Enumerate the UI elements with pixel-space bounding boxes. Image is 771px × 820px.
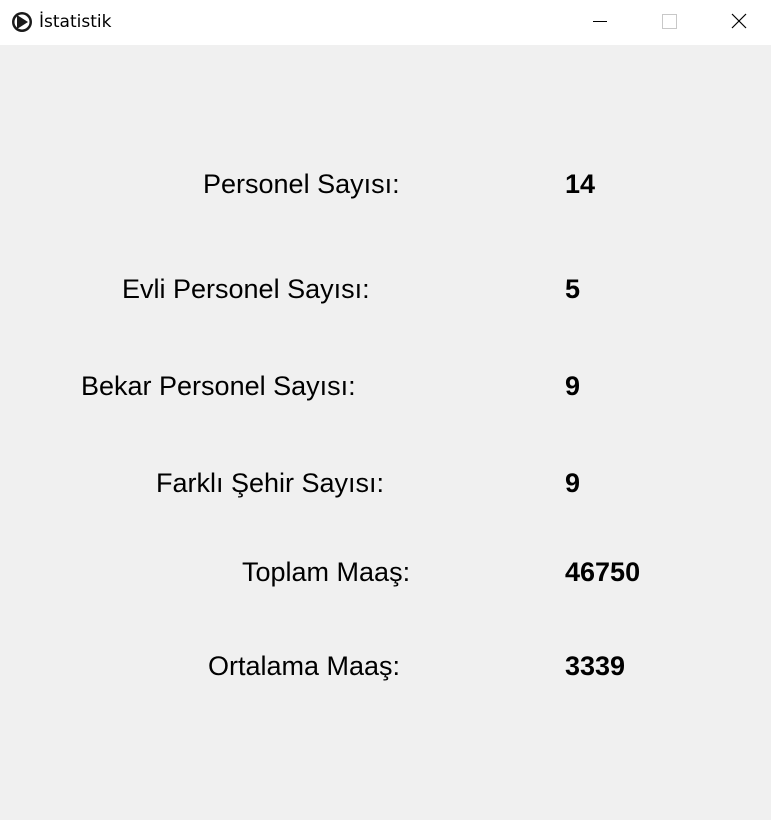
married-personnel-count-value: 5 [565, 274, 581, 304]
personnel-count-label: Personel Sayısı: [203, 169, 400, 199]
statistics-panel: Personel Sayısı: 14 Evli Personel Sayısı… [0, 45, 771, 820]
married-personnel-count-label: Evli Personel Sayısı: [122, 274, 370, 304]
average-salary-value: 3339 [565, 651, 626, 681]
close-button[interactable] [715, 0, 761, 45]
distinct-city-count-value: 9 [565, 468, 581, 498]
window-title: İstatistik [39, 12, 112, 32]
personnel-count-value: 14 [565, 169, 596, 199]
single-personnel-count-value: 9 [565, 371, 581, 401]
minimize-icon [593, 21, 607, 22]
title-bar[interactable]: İstatistik [0, 0, 771, 45]
maximize-icon [662, 14, 677, 29]
total-salary-label: Toplam Maaş: [242, 557, 411, 587]
minimize-button[interactable] [577, 0, 623, 45]
single-personnel-count-label: Bekar Personel Sayısı: [81, 371, 356, 401]
app-icon[interactable] [11, 11, 33, 33]
close-icon [731, 13, 747, 29]
average-salary-label: Ortalama Maaş: [208, 651, 401, 681]
distinct-city-count-label: Farklı Şehir Sayısı: [156, 468, 385, 498]
maximize-button[interactable] [646, 0, 692, 45]
total-salary-value: 46750 [565, 557, 641, 587]
